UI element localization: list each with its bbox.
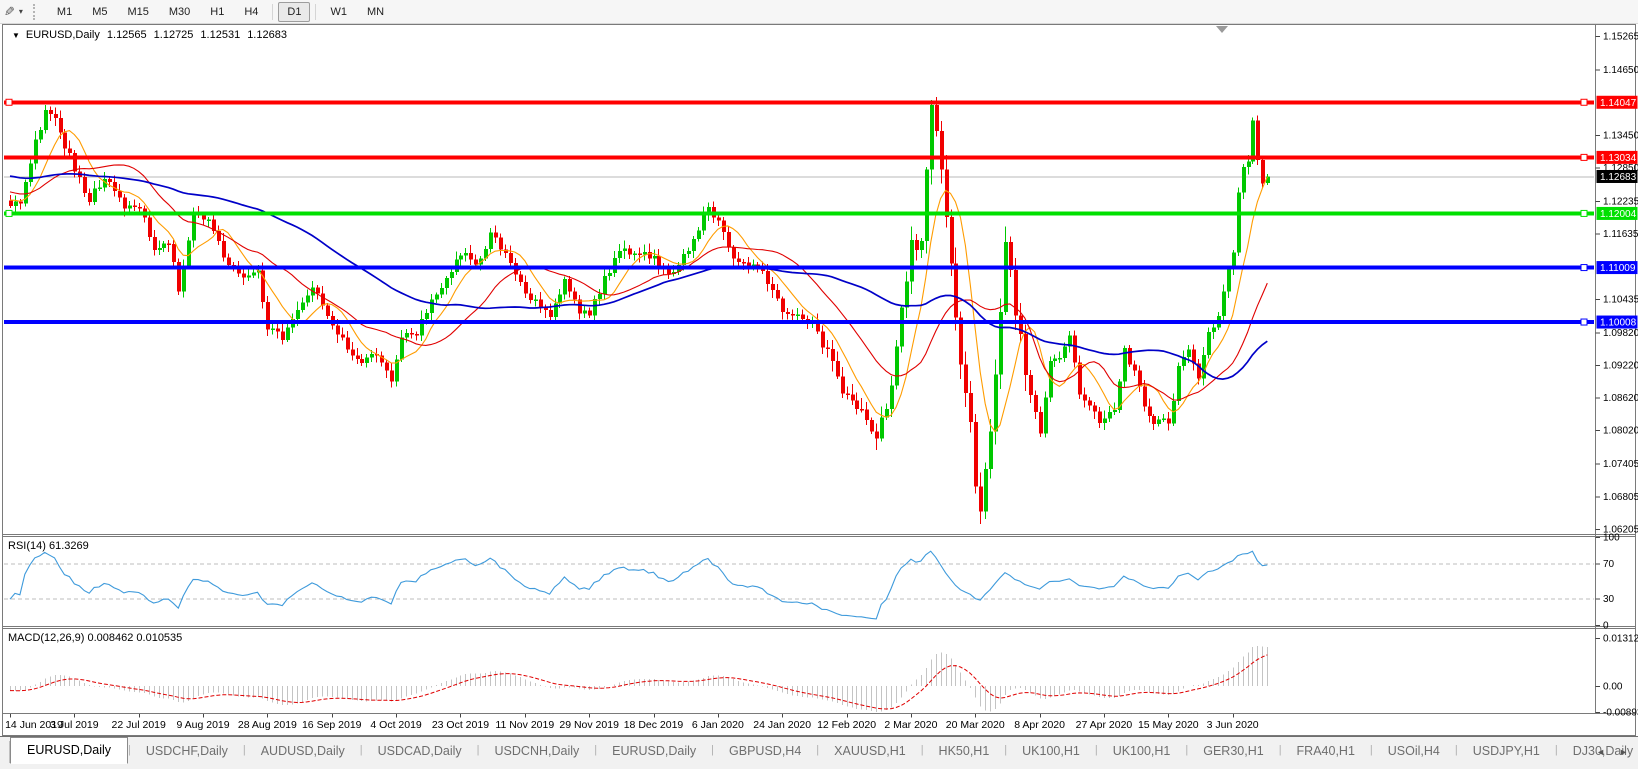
svg-text:1.13034: 1.13034: [1600, 153, 1637, 164]
svg-text:24 Jan 2020: 24 Jan 2020: [753, 719, 811, 731]
price-axis[interactable]: 1.152651.146501.134501.128501.122351.116…: [1596, 32, 1638, 719]
hline-handle[interactable]: [1581, 319, 1587, 325]
hline-handle[interactable]: [1581, 265, 1587, 271]
svg-text:0.013121: 0.013121: [1603, 634, 1638, 645]
tab-eurusd-daily[interactable]: EURUSD,Daily: [597, 740, 711, 762]
hline-handle[interactable]: [1581, 99, 1587, 105]
tab-usdcnh-daily[interactable]: USDCNH,Daily: [480, 740, 595, 762]
svg-text:9 Aug 2019: 9 Aug 2019: [176, 719, 229, 731]
svg-text:1.11635: 1.11635: [1603, 229, 1638, 240]
tab-usdchf-daily[interactable]: USDCHF,Daily: [131, 740, 243, 762]
date-axis[interactable]: 14 Jun 20193 Jul 201922 Jul 20199 Aug 20…: [5, 714, 1259, 731]
svg-text:15 May 2020: 15 May 2020: [1138, 719, 1199, 731]
svg-text:1.14047: 1.14047: [1600, 98, 1637, 109]
macd-pane[interactable]: [10, 646, 1268, 712]
svg-text:1.09220: 1.09220: [1603, 360, 1638, 371]
svg-text:1.08620: 1.08620: [1603, 393, 1638, 404]
tab-uk100-h1[interactable]: UK100,H1: [1098, 740, 1186, 762]
hline-handle[interactable]: [1581, 154, 1587, 160]
tab-usoil-h4[interactable]: USOil,H4: [1373, 740, 1455, 762]
svg-text:1.06805: 1.06805: [1603, 492, 1638, 503]
svg-text:1.07405: 1.07405: [1603, 459, 1638, 470]
svg-text:16 Sep 2019: 16 Sep 2019: [302, 719, 362, 731]
rsi-line: [10, 551, 1267, 619]
tab-usdcad-daily[interactable]: USDCAD,Daily: [363, 740, 477, 762]
candlesticks: [9, 97, 1270, 524]
moving-average-55: [10, 174, 1267, 379]
price-chart-canvas[interactable]: 1.152651.146501.134501.128501.122351.116…: [0, 0, 1638, 768]
svg-text:2 Mar 2020: 2 Mar 2020: [884, 719, 937, 731]
svg-text:0: 0: [1603, 621, 1609, 632]
svg-text:1.12235: 1.12235: [1603, 196, 1638, 207]
svg-text:3 Jul 2019: 3 Jul 2019: [50, 719, 99, 731]
svg-text:1.14650: 1.14650: [1603, 65, 1638, 76]
main-price-pane[interactable]: [4, 97, 1594, 524]
svg-text:1.09820: 1.09820: [1603, 328, 1638, 339]
tab-fra40-h1[interactable]: FRA40,H1: [1282, 740, 1370, 762]
collapse-triangle-icon[interactable]: ▼: [12, 31, 20, 40]
svg-text:4 Oct 2019: 4 Oct 2019: [370, 719, 422, 731]
ohlc-low: 1.12531: [200, 29, 240, 41]
svg-text:30: 30: [1603, 594, 1615, 605]
svg-text:22 Jul 2019: 22 Jul 2019: [112, 719, 166, 731]
chart-tabs: EURUSD,Daily|USDCHF,Daily|AUDUSD,Daily|U…: [10, 737, 1638, 765]
svg-text:1.13450: 1.13450: [1603, 130, 1638, 141]
svg-text:29 Nov 2019: 29 Nov 2019: [559, 719, 619, 731]
svg-text:18 Dec 2019: 18 Dec 2019: [624, 719, 684, 731]
chart-tab-bar: EURUSD,Daily|USDCHF,Daily|AUDUSD,Daily|U…: [0, 736, 1638, 769]
svg-text:8 Apr 2020: 8 Apr 2020: [1014, 719, 1065, 731]
svg-text:23 Oct 2019: 23 Oct 2019: [432, 719, 489, 731]
svg-text:1.12004: 1.12004: [1600, 209, 1637, 220]
svg-text:27 Apr 2020: 27 Apr 2020: [1076, 719, 1133, 731]
svg-text:1.08020: 1.08020: [1603, 426, 1638, 437]
svg-text:0.00: 0.00: [1603, 682, 1623, 693]
svg-text:1.12683: 1.12683: [1600, 172, 1637, 183]
chart-shift-marker-icon[interactable]: [1216, 26, 1228, 33]
svg-text:70: 70: [1603, 559, 1615, 570]
tabs-scroll-right-icon[interactable]: ►: [1619, 747, 1628, 757]
tab-stub: [0, 741, 10, 763]
svg-text:-0.008933: -0.008933: [1603, 708, 1638, 719]
svg-text:11 Nov 2019: 11 Nov 2019: [495, 719, 554, 731]
svg-text:1.11009: 1.11009: [1600, 263, 1636, 274]
svg-text:3 Jun 2020: 3 Jun 2020: [1207, 719, 1259, 731]
macd-signal-line: [10, 655, 1267, 709]
svg-text:12 Feb 2020: 12 Feb 2020: [817, 719, 876, 731]
svg-text:6 Jan 2020: 6 Jan 2020: [692, 719, 744, 731]
svg-text:1.15265: 1.15265: [1603, 32, 1638, 43]
chart-title: ▼ EURUSD,Daily 1.12565 1.12725 1.12531 1…: [12, 29, 287, 41]
svg-text:20 Mar 2020: 20 Mar 2020: [946, 719, 1005, 731]
hline-handle[interactable]: [6, 210, 12, 216]
macd-label: MACD(12,26,9) 0.008462 0.010535: [8, 632, 182, 644]
hline-handle[interactable]: [1581, 210, 1587, 216]
svg-text:1.10008: 1.10008: [1600, 318, 1637, 329]
ohlc-open: 1.12565: [107, 29, 147, 41]
chart-symbol-period: EURUSD,Daily: [26, 29, 100, 41]
panel-borders: [3, 25, 1636, 736]
tab-xauusd-h1[interactable]: XAUUSD,H1: [819, 740, 921, 762]
ohlc-close: 1.12683: [247, 29, 287, 41]
tab-gbpusd-h4[interactable]: GBPUSD,H4: [714, 740, 816, 762]
svg-text:100: 100: [1603, 533, 1620, 544]
rsi-pane[interactable]: [4, 551, 1594, 619]
tab-ger30-h1[interactable]: GER30,H1: [1188, 740, 1278, 762]
tab-scroll-arrows: ◄ ►: [1596, 747, 1628, 757]
tab-eurusd-daily[interactable]: EURUSD,Daily: [10, 737, 128, 764]
tab-uk100-h1[interactable]: UK100,H1: [1007, 740, 1095, 762]
tab-hk50-h1[interactable]: HK50,H1: [924, 740, 1005, 762]
svg-text:28 Aug 2019: 28 Aug 2019: [238, 719, 297, 731]
tab-audusd-daily[interactable]: AUDUSD,Daily: [246, 740, 360, 762]
hline-handle[interactable]: [6, 99, 12, 105]
tabs-scroll-left-icon[interactable]: ◄: [1596, 747, 1605, 757]
tab-usdjpy-h1[interactable]: USDJPY,H1: [1458, 740, 1555, 762]
ohlc-high: 1.12725: [154, 29, 194, 41]
rsi-label: RSI(14) 61.3269: [8, 540, 89, 552]
svg-text:1.10435: 1.10435: [1603, 294, 1638, 305]
